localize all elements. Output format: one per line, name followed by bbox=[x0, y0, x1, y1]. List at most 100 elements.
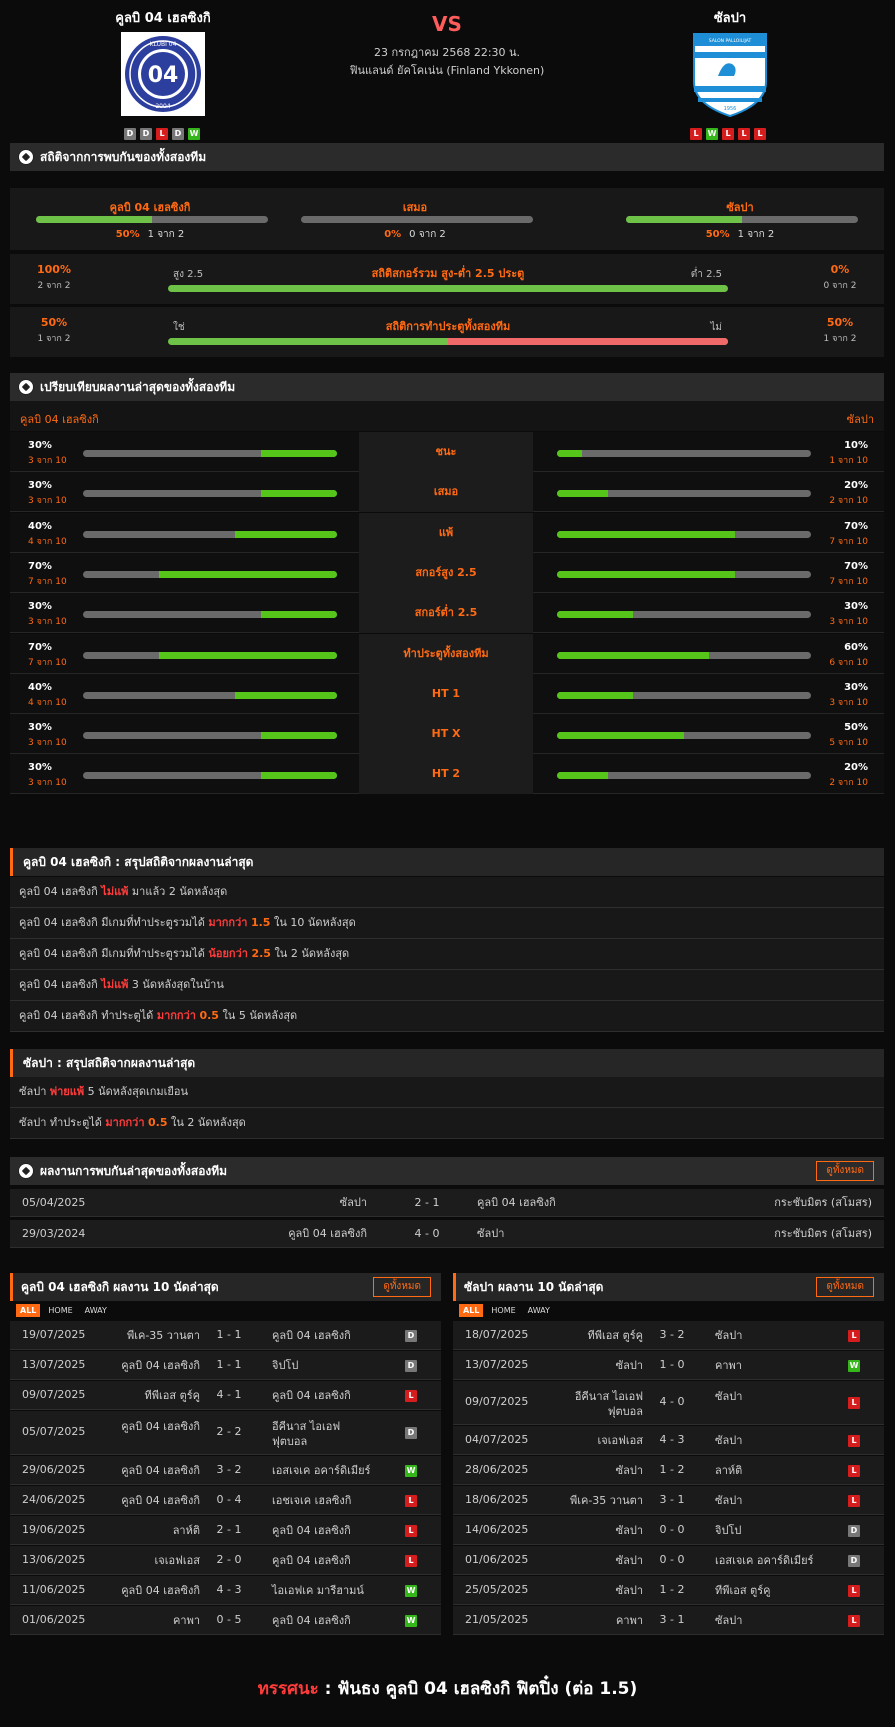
away-stat-bar bbox=[557, 490, 811, 498]
home-stat: 70% 7 จาก 10 bbox=[28, 560, 67, 587]
match-row[interactable]: 05/07/2025 คูลบิ 04 เฮลซิงกิ 2 - 2 อีคีนาส … bbox=[10, 1411, 441, 1455]
home-stat: 70% 7 จาก 10 bbox=[28, 641, 67, 668]
away-stat-bar bbox=[557, 691, 811, 699]
away-stat: 70% 7 จาก 10 bbox=[829, 520, 868, 547]
home-stat: 40% 4 จาก 10 bbox=[28, 520, 67, 547]
summary-row: คูลบิ 04 เฮลซิงกิ มีเกมที่ทำประตูรวมได้ … bbox=[10, 908, 884, 939]
match-row[interactable]: 01/06/2025 ซัลปา 0 - 0 เอสเจเค อคาร์ดิเมียร… bbox=[453, 1546, 884, 1575]
match-row[interactable]: 09/07/2025 ทีพีเอส ตูร์คู 4 - 1 คูลบิ 04 เฮ… bbox=[10, 1381, 441, 1410]
match-row[interactable]: 25/05/2025 ซัลปา 1 - 2 ทีพีเอส ตูร์คู L bbox=[453, 1576, 884, 1605]
away-stat-bar bbox=[557, 570, 811, 578]
result-badge: L bbox=[405, 1524, 417, 1537]
home-team-logo[interactable]: KLUBI 04 04 2004 bbox=[121, 32, 205, 116]
away-stat-fill bbox=[557, 611, 634, 619]
home-form-badges: DDLDW bbox=[124, 128, 200, 140]
away-stat: 70% 7 จาก 10 bbox=[829, 560, 868, 587]
filter-all[interactable]: ALL bbox=[16, 1304, 41, 1317]
home-stat-bar bbox=[83, 530, 337, 538]
form-badge: L bbox=[156, 128, 168, 140]
away-team-name[interactable]: ซัลปา bbox=[610, 7, 850, 28]
svg-text:04: 04 bbox=[148, 63, 179, 88]
h2h-summary-box: คูลบิ 04 เฮลซิงกิ 50% 1 จาก 2 เสมอ 0% 0 จา… bbox=[10, 188, 884, 250]
away-team-logo[interactable]: SALON PALLOILIJAT 1956 bbox=[688, 30, 772, 118]
away-stat-fill bbox=[557, 732, 684, 740]
summary-row: คูลบิ 04 เฮลซิงกิ ไม่แพ้ 3 นัดหลังสุดในบ… bbox=[10, 970, 884, 1001]
match-row[interactable]: 19/06/2025 ลาห์ติ 2 - 1 คูลบิ 04 เฮลซิงกิ L bbox=[10, 1516, 441, 1545]
h2h-result-row[interactable]: 29/03/2024 คูลบิ 04 เฮลซิงกิ 4 - 0 ซัลปา กระ… bbox=[10, 1220, 884, 1248]
away-stat-fill bbox=[557, 450, 583, 457]
home-stat: 30% 3 จาก 10 bbox=[28, 480, 67, 507]
away-stat-fill bbox=[557, 530, 735, 538]
compare-label: HT 1 bbox=[359, 673, 533, 714]
over-under-title: สถิติสกอร์รวม สูง-ต่ำ 2.5 ประตู bbox=[371, 267, 525, 280]
form-badge: L bbox=[722, 128, 734, 140]
away-stat-fill bbox=[557, 570, 735, 578]
h2h-home-win: คูลบิ 04 เฮลซิงกิ 50% 1 จาก 2 bbox=[30, 188, 270, 250]
form-badge: L bbox=[754, 128, 766, 140]
result-badge: D bbox=[848, 1524, 860, 1537]
away-stat-bar bbox=[557, 732, 811, 740]
filter-all[interactable]: ALL bbox=[459, 1304, 484, 1317]
away-form-badges: LWLLL bbox=[690, 128, 766, 140]
match-row[interactable]: 01/06/2025 คาพา 0 - 5 คูลบิ 04 เฮลซิงกิ W bbox=[10, 1606, 441, 1635]
match-row[interactable]: 21/05/2025 คาพา 3 - 1 ซัลปา L bbox=[453, 1606, 884, 1635]
home-last10-heading: คูลบิ 04 เฮลซิงกิ ผลงาน 10 นัดล่าสุด ดูท… bbox=[10, 1273, 441, 1301]
home-stat-bar bbox=[83, 651, 337, 659]
view-all-button[interactable]: ดูทั้งหมด bbox=[816, 1161, 874, 1181]
match-row[interactable]: 24/06/2025 คูลบิ 04 เฮลซิงกิ 0 - 4 เอชเจเค … bbox=[10, 1486, 441, 1515]
view-all-button[interactable]: ดูทั้งหมด bbox=[373, 1277, 431, 1297]
filter-away[interactable]: AWAY bbox=[81, 1304, 111, 1317]
match-row[interactable]: 13/07/2025 ซัลปา 1 - 0 คาพา W bbox=[453, 1351, 884, 1380]
away-stat: 60% 6 จาก 10 bbox=[829, 641, 868, 668]
filter-home[interactable]: HOME bbox=[487, 1304, 519, 1317]
match-row[interactable]: 11/06/2025 คูลบิ 04 เฮลซิงกิ 4 - 3 ไอเอฟเค … bbox=[10, 1576, 441, 1605]
result-badge: L bbox=[405, 1389, 417, 1402]
form-badge: D bbox=[172, 128, 184, 140]
result-badge: W bbox=[405, 1464, 417, 1477]
result-badge: W bbox=[405, 1614, 417, 1627]
match-row[interactable]: 13/06/2025 เจเอฟเอส 2 - 0 คูลบิ 04 เฮลซิงกิ… bbox=[10, 1546, 441, 1575]
match-row[interactable]: 04/07/2025 เจเอฟเอส 4 - 3 ซัลปา L bbox=[453, 1426, 884, 1455]
match-row[interactable]: 28/06/2025 ซัลปา 1 - 2 ลาห์ติ L bbox=[453, 1456, 884, 1485]
result-badge: L bbox=[848, 1494, 860, 1507]
match-row[interactable]: 14/06/2025 ซัลปา 0 - 0 จิปโป D bbox=[453, 1516, 884, 1545]
match-row[interactable]: 29/06/2025 คูลบิ 04 เฮลซิงกิ 3 - 2 เอสเจเค … bbox=[10, 1456, 441, 1485]
match-row[interactable]: 18/07/2025 ทีพีเอส ตูร์คู 3 - 2 ซัลปา L bbox=[453, 1321, 884, 1350]
h2h-result-row[interactable]: 05/04/2025 ซัลปา 2 - 1 คูลบิ 04 เฮลซิงกิ กระ… bbox=[10, 1189, 884, 1217]
home-logo-text: KLUBI 04 bbox=[150, 41, 177, 48]
form-badge: L bbox=[738, 128, 750, 140]
away-stat: 20% 2 จาก 10 bbox=[829, 480, 868, 507]
compare-label: สกอร์สูง 2.5 bbox=[359, 552, 533, 593]
verdict: ทรรศนะ : ฟันธง คูลบิ 04 เฮลซิงกิ ฟิตปิ๋ง… bbox=[257, 1679, 638, 1699]
home-stat-fill bbox=[235, 530, 337, 538]
view-all-button[interactable]: ดูทั้งหมด bbox=[816, 1277, 874, 1297]
home-team-name[interactable]: คูลบิ 04 เฮลซิงกิ bbox=[43, 7, 283, 28]
home-stat-bar bbox=[83, 450, 337, 457]
compare-row: 70% 7 จาก 10 ทำประตูทั้งสองทีม 60% 6 จาก 10 bbox=[10, 633, 884, 674]
over-under-bar bbox=[168, 285, 728, 292]
match-row[interactable]: 18/06/2025 พีเค-35 วานตา 3 - 1 ซัลปา L bbox=[453, 1486, 884, 1515]
home-stat-bar bbox=[83, 490, 337, 498]
verdict-text: ฟันธง คูลบิ 04 เฮลซิงกิ ฟิตปิ๋ง (ต่อ 1.5… bbox=[337, 1679, 638, 1699]
match-row[interactable]: 19/07/2025 พีเค-35 วานตา 1 - 1 คูลบิ 04 เฮล… bbox=[10, 1321, 441, 1350]
home-stat: 30% 3 จาก 10 bbox=[28, 601, 67, 628]
home-stat-fill bbox=[260, 772, 337, 780]
home-stat-bar bbox=[83, 732, 337, 740]
away-stat-bar bbox=[557, 450, 811, 457]
away-stat-fill bbox=[557, 651, 710, 659]
compare-home-name: คูลบิ 04 เฮลซิงกิ bbox=[20, 413, 99, 426]
filter-away[interactable]: AWAY bbox=[524, 1304, 554, 1317]
match-row[interactable]: 13/07/2025 คูลบิ 04 เฮลซิงกิ 1 - 1 จิปโป D bbox=[10, 1351, 441, 1380]
home-summary-heading: คูลบิ 04 เฮลซิงกิ : สรุปสถิติจากผลงานล่า… bbox=[10, 848, 884, 876]
filter-home[interactable]: HOME bbox=[44, 1304, 76, 1317]
match-datetime: 23 กรกฎาคม 2568 22:30 น. bbox=[373, 46, 521, 59]
away-stat-bar bbox=[557, 530, 811, 538]
match-league[interactable]: ฟินแลนด์ ยัคโคเน่น (Finland Ykkonen) bbox=[297, 61, 597, 79]
away-stat-bar bbox=[557, 651, 811, 659]
result-badge: L bbox=[848, 1464, 860, 1477]
compare-label: สกอร์ต่ำ 2.5 bbox=[359, 593, 533, 634]
form-badge: D bbox=[140, 128, 152, 140]
match-row[interactable]: 09/07/2025 อีคีนาส ไอเอฟ ฟุตบอล 4 - 0 ซัลปา… bbox=[453, 1381, 884, 1425]
result-badge: L bbox=[848, 1434, 860, 1447]
home-stat-bar bbox=[83, 570, 337, 578]
